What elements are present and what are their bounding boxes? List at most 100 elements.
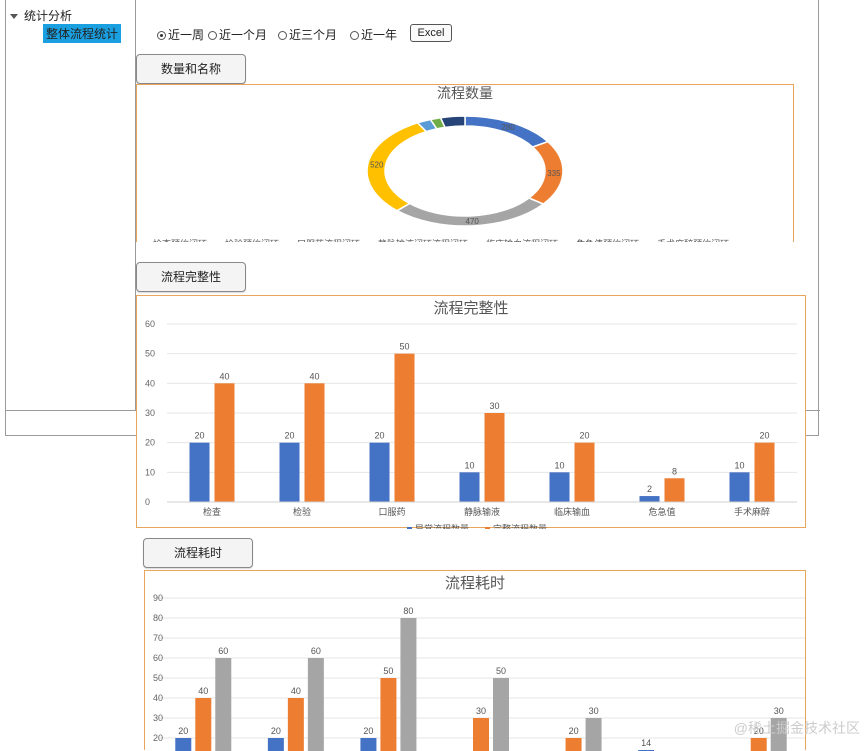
bar-value-label: 8 — [672, 466, 677, 476]
legend-label: 危急值预约闭环 — [576, 239, 639, 242]
bar-value-label: 20 — [363, 726, 373, 736]
x-tick-label: 静脉输液 — [464, 506, 500, 517]
bar-value-label: 10 — [464, 460, 474, 470]
bar — [214, 383, 235, 502]
bar-value-label: 20 — [284, 431, 294, 441]
bar-value-label: 30 — [489, 401, 499, 411]
bar — [459, 472, 480, 502]
bar-value-label: 20 — [759, 431, 769, 441]
integrity-chart-panel: 流程完整性 0 10 20 30 40 50 60 20 40 检查 20 40 检验 20 50 口服药 10… — [136, 295, 806, 529]
radio-label: 近一年 — [361, 28, 398, 42]
time-bar-chart: 2030405060708090204060204060205080305020… — [153, 593, 805, 751]
legend-label: 完整流程数量 — [493, 523, 547, 529]
y-tick-label: 30 — [153, 713, 163, 723]
bar-value-label: 30 — [476, 706, 486, 716]
y-tick-label: 10 — [145, 467, 155, 477]
legend-item: 静脉输液闭环流程闭环 — [370, 237, 468, 242]
tree-node-statistics[interactable]: 统计分析 — [10, 7, 72, 24]
bar-value-label: 20 — [374, 431, 384, 441]
y-tick-label: 90 — [153, 593, 163, 603]
excel-export-button[interactable]: Excel — [410, 24, 452, 42]
integrity-bar-chart: 0 10 20 30 40 50 60 20 40 检查 20 40 检验 20 50 口服药 10 30 静脉输液… — [145, 319, 797, 529]
bar — [574, 442, 595, 502]
radio-selected-icon[interactable] — [157, 31, 166, 40]
bar-value-label: 50 — [383, 666, 393, 676]
radio-icon[interactable] — [278, 31, 287, 40]
legend-item: 危急值预约闭环 — [568, 237, 639, 242]
bar — [754, 442, 775, 502]
bar-value-label: 40 — [309, 371, 319, 381]
legend-label: 静脉输液闭环流程闭环 — [378, 239, 468, 242]
y-tick-label: 40 — [153, 693, 163, 703]
bar — [394, 353, 415, 502]
bar — [639, 496, 660, 502]
radio-year[interactable]: 近一年 — [350, 26, 397, 43]
bar-value-label: 30 — [589, 706, 599, 716]
bar — [400, 618, 417, 751]
bar-value-label: 50 — [496, 666, 506, 676]
legend-item: 临床输血流程闭环 — [478, 237, 558, 242]
legend-label: 检查预约闭环 — [153, 239, 207, 242]
y-tick-label: 50 — [145, 349, 155, 359]
integrity-section-button[interactable]: 流程完整性 — [136, 262, 246, 292]
radio-month[interactable]: 近一个月 — [208, 26, 267, 43]
time-section-button[interactable]: 流程耗时 — [143, 538, 253, 568]
bar — [267, 738, 284, 751]
y-tick-label: 30 — [145, 408, 155, 418]
donut-slice-label: 280 — [501, 123, 515, 132]
bar — [279, 442, 300, 502]
x-tick-label: 检验 — [293, 506, 311, 517]
count-section-button[interactable]: 数量和名称 — [136, 54, 246, 84]
bar-value-label: 40 — [198, 686, 208, 696]
y-tick-label: 80 — [153, 613, 163, 623]
radio-three-months[interactable]: 近三个月 — [278, 26, 337, 43]
bar-value-label: 20 — [579, 431, 589, 441]
bar-value-label: 50 — [399, 342, 409, 352]
legend-swatch — [407, 527, 412, 529]
bar — [215, 658, 232, 751]
legend-label: 临床输血流程闭环 — [486, 239, 558, 242]
donut-chart: 280 335 470 520 — [366, 115, 564, 227]
radio-icon[interactable] — [208, 31, 217, 40]
bar — [493, 678, 509, 751]
y-tick-label: 50 — [153, 673, 163, 683]
x-tick-label: 口服药 — [378, 507, 405, 517]
bar — [287, 698, 304, 751]
donut-slice-label: 470 — [466, 217, 480, 226]
bar-value-label: 40 — [291, 686, 301, 696]
legend-label: 手术麻醉预约闭环 — [657, 239, 729, 242]
bar — [565, 738, 582, 751]
radio-icon[interactable] — [350, 31, 359, 40]
expand-arrow-icon[interactable] — [10, 14, 18, 20]
radio-label: 近一周 — [168, 28, 205, 42]
legend-item: 检验预约闭环 — [217, 237, 279, 242]
bar — [360, 738, 377, 751]
bar — [304, 383, 325, 502]
watermark: @稀土掘金技术社区 — [733, 720, 860, 736]
bar — [664, 478, 685, 502]
x-tick-label: 临床输血 — [554, 506, 590, 517]
x-tick-label: 检查 — [203, 506, 221, 517]
bar-value-label: 20 — [194, 431, 204, 441]
legend-label: 口服药流程闭环 — [297, 239, 360, 242]
bar — [369, 442, 390, 502]
bar — [195, 698, 212, 751]
radio-week[interactable]: 近一周 — [157, 26, 204, 43]
tree-node-overall-stats[interactable]: 整体流程统计 — [43, 24, 122, 43]
y-tick-label: 40 — [145, 378, 155, 388]
bar-value-label: 2 — [647, 484, 652, 494]
bar-value-label: 10 — [734, 460, 744, 470]
bar-value-label: 20 — [569, 726, 579, 736]
bar — [585, 718, 602, 751]
y-tick-label: 60 — [153, 653, 163, 663]
radio-label: 近三个月 — [289, 28, 338, 42]
bar — [175, 738, 192, 751]
legend-label: 异常流程数量 — [415, 523, 469, 529]
legend-swatch — [485, 527, 490, 529]
bar-value-label: 20 — [271, 726, 281, 736]
bar — [473, 718, 489, 751]
donut-legend: 检查预约闭环 检验预约闭环 口服药流程闭环 静脉输液闭环流程闭环 临床输血流程闭环 危急值… — [145, 237, 739, 242]
radio-label: 近一个月 — [219, 28, 268, 42]
sidebar — [5, 0, 136, 411]
legend-item: 检查预约闭环 — [145, 237, 207, 242]
